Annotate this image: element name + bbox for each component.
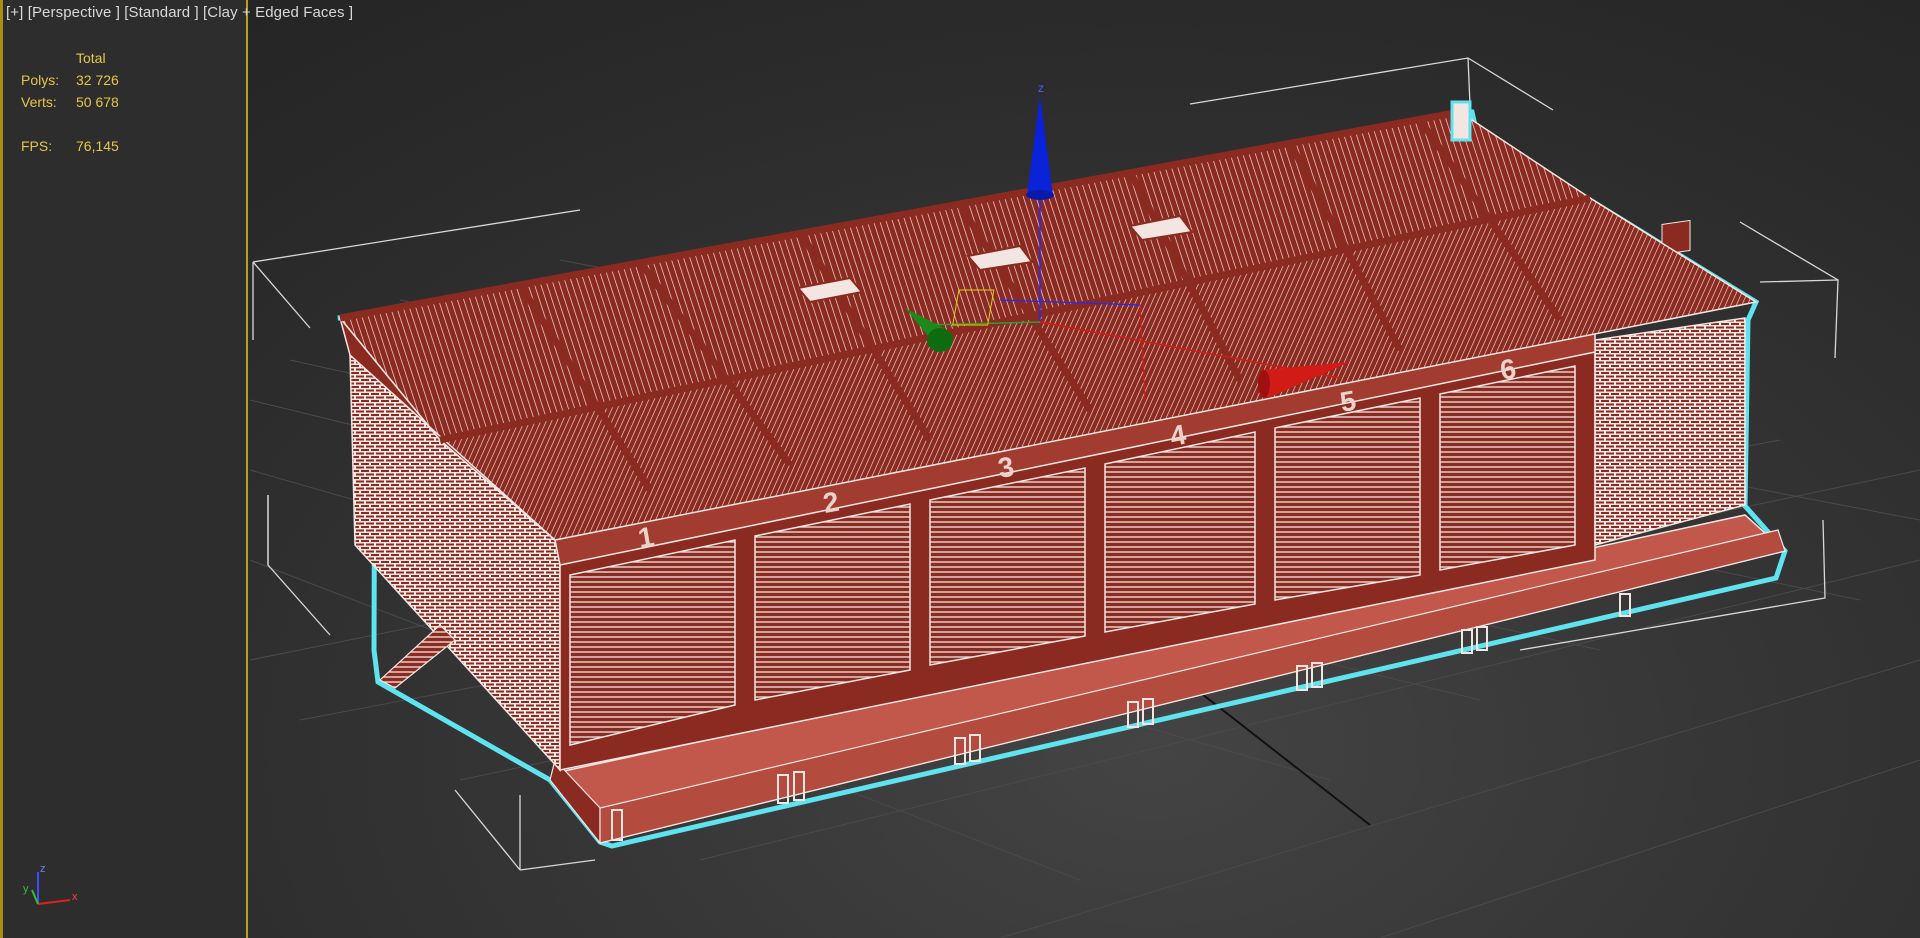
stats-header: Total	[76, 50, 106, 66]
scene-canvas[interactable]: 1 2 3 4 5 6 z	[0, 0, 1920, 938]
polys-label: Polys:	[21, 72, 60, 88]
verts-label: Verts:	[21, 94, 57, 110]
fps-value: 76,145	[76, 138, 119, 154]
gizmo-z-cone	[1027, 95, 1053, 195]
viewport-view-menu[interactable]: [Perspective ]	[28, 4, 120, 21]
viewport-shading-standard-menu[interactable]: [Standard ]	[124, 4, 198, 21]
left-panel: Total Polys: 32 726 Verts: 50 678 FPS: 76,1…	[0, 0, 248, 938]
viewport-plus-menu[interactable]: [+]	[6, 4, 23, 21]
statistics-overlay: Total Polys: 32 726 Verts: 50 678 FPS: 76,1…	[21, 47, 119, 157]
axis-tripod-icon: z x y	[23, 863, 78, 905]
verts-value: 50 678	[76, 94, 119, 110]
tripod-x-label: x	[72, 891, 78, 903]
polys-value: 32 726	[76, 72, 119, 88]
fps-label: FPS:	[21, 138, 53, 154]
tripod-z-label: z	[40, 863, 46, 875]
gizmo-z-label: z	[1038, 81, 1044, 95]
viewport-label-menu: [+] [Perspective ] [Standard ] [Clay + E…	[6, 4, 353, 21]
viewport-display-mode-menu[interactable]: [Clay + Edged Faces ]	[203, 4, 353, 21]
viewport[interactable]: [+] [Perspective ] [Standard ] [Clay + E…	[0, 0, 1920, 938]
tripod-y-label: y	[23, 883, 29, 895]
